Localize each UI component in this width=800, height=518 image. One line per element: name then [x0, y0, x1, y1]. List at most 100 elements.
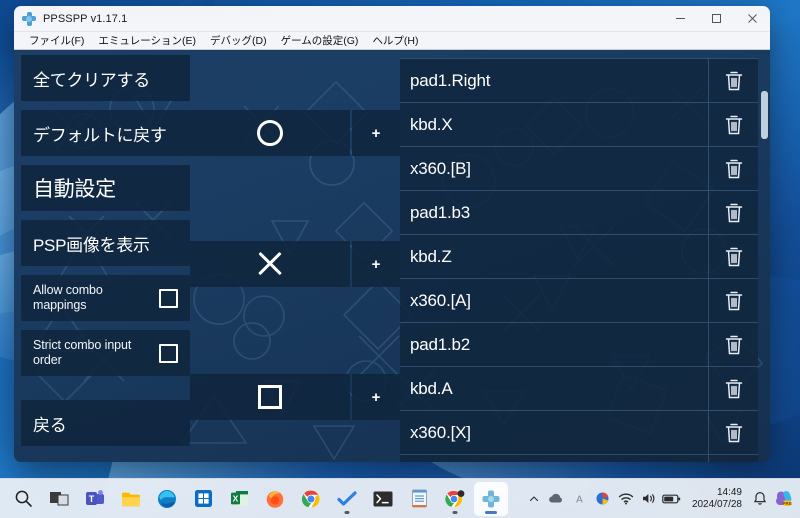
add-mapping-button[interactable]: + [352, 241, 400, 287]
title-bar[interactable]: PPSSPP v1.17.1 [14, 6, 770, 32]
trash-icon [725, 115, 742, 134]
chrome-icon[interactable] [294, 482, 328, 516]
menu-file[interactable]: ファイル(F) [22, 32, 91, 50]
minimize-button[interactable] [662, 6, 698, 32]
ppsspp-cross-icon [22, 11, 36, 26]
ppsspp-taskbar-icon[interactable] [474, 481, 508, 516]
delete-mapping-button[interactable] [708, 410, 758, 455]
task-view-icon[interactable] [42, 482, 76, 516]
trash-icon [725, 203, 742, 222]
menu-debug[interactable]: デバッグ(D) [203, 32, 274, 50]
wifi-icon[interactable] [615, 484, 637, 514]
terminal-icon[interactable] [366, 482, 400, 516]
mapping-list-item[interactable]: kbd.Z [400, 234, 758, 279]
file-explorer-icon[interactable] [114, 482, 148, 516]
notepad-icon[interactable] [402, 482, 436, 516]
ppsspp-window: PPSSPP v1.17.1 ファイル(F) エミュレーション(E) デバッグ(… [14, 6, 770, 462]
mapping-list-item[interactable]: pad1.b3 [400, 190, 758, 235]
auto-configure-button[interactable]: 自動設定 [21, 165, 190, 211]
mapping-list-item[interactable]: kbd.A [400, 366, 758, 411]
close-button[interactable] [734, 6, 770, 32]
delete-mapping-button[interactable] [708, 190, 758, 235]
delete-mapping-button[interactable] [708, 366, 758, 411]
delete-mapping-button[interactable] [708, 278, 758, 323]
delete-mapping-button[interactable] [708, 58, 758, 103]
delete-mapping-button[interactable] [708, 234, 758, 279]
mapping-list-item[interactable]: x360.[B] [400, 146, 758, 191]
svg-text:T: T [89, 494, 95, 504]
clock-date: 2024/07/28 [691, 498, 742, 510]
mapping-list-item[interactable]: x360.[X] [400, 410, 758, 455]
allow-combo-mappings-label: Allow combo mappings [33, 283, 103, 312]
onedrive-status-icon[interactable] [592, 484, 614, 514]
copilot-icon[interactable]: PRE [772, 484, 794, 514]
trash-icon [725, 379, 742, 398]
menu-help[interactable]: ヘルプ(H) [365, 32, 425, 50]
svg-text:X: X [232, 493, 238, 503]
restore-defaults-label: デフォルトに戻す [33, 125, 167, 145]
taskbar-icons: T X [0, 481, 508, 516]
trash-icon [725, 335, 742, 354]
mapping-key-name: pad1.b2 [410, 334, 471, 354]
ps-cross-symbol[interactable] [190, 241, 350, 287]
mapping-list-item[interactable]: x360.[A] [400, 278, 758, 323]
checkbox-box-icon [159, 343, 178, 363]
clear-all-button[interactable]: 全てクリアする [21, 55, 190, 101]
mapping-list-item[interactable]: kbd.X [400, 102, 758, 147]
menu-game-settings[interactable]: ゲームの設定(G) [274, 32, 366, 50]
show-hidden-icons-icon[interactable] [523, 484, 545, 514]
ps-square-symbol[interactable] [190, 374, 350, 420]
add-mapping-button[interactable]: + [352, 110, 400, 156]
mapping-key-name: pad1.b3 [410, 202, 471, 222]
strict-combo-input-order-label: Strict combo input order [33, 338, 132, 367]
back-label: 戻る [33, 415, 67, 435]
edge-icon[interactable] [150, 482, 184, 516]
checkbox-box-icon [159, 288, 178, 308]
clock-time: 14:49 [716, 486, 742, 498]
window-controls [662, 6, 770, 32]
svg-text:A: A [577, 495, 584, 506]
mapping-row-circle: + [190, 110, 400, 156]
left-action-panel: 全てクリアする デフォルトに戻す 自動設定 PSP画像を表示 Allow com… [14, 51, 190, 462]
maximize-button[interactable] [698, 6, 734, 32]
checkmark-app-icon[interactable] [330, 482, 364, 516]
delete-mapping-button[interactable] [708, 146, 758, 191]
firefox-icon[interactable] [258, 482, 292, 516]
strict-combo-input-order-checkbox[interactable]: Strict combo input order [21, 330, 190, 376]
trash-icon [725, 291, 742, 310]
delete-mapping-button[interactable] [708, 102, 758, 147]
cloud-icon[interactable] [546, 484, 568, 514]
mapping-row-cross: + [190, 241, 400, 287]
clear-all-label: 全てクリアする [33, 70, 150, 90]
taskbar-clock[interactable]: 14:49 2024/07/28 [684, 487, 748, 511]
mapping-key-name: kbd.A [410, 378, 453, 398]
trash-icon [725, 247, 742, 266]
mapping-list-item[interactable] [400, 454, 758, 462]
search-icon[interactable] [6, 482, 40, 516]
delete-mapping-button[interactable] [708, 454, 758, 462]
battery-icon[interactable] [661, 484, 683, 514]
mapping-list-item[interactable]: pad1.b2 [400, 322, 758, 367]
menu-emulation[interactable]: エミュレーション(E) [91, 32, 203, 50]
ime-icon[interactable]: A [569, 484, 591, 514]
chrome-beta-icon[interactable] [438, 482, 472, 516]
show-psp-image-label: PSP画像を表示 [33, 235, 150, 255]
allow-combo-mappings-checkbox[interactable]: Allow combo mappings [21, 275, 190, 321]
teams-icon[interactable]: T [78, 482, 112, 516]
microsoft-store-icon[interactable] [186, 482, 220, 516]
mapping-list-item[interactable]: pad1.Right [400, 58, 758, 103]
restore-defaults-button[interactable]: デフォルトに戻す [21, 110, 190, 156]
system-tray: A 14:49 2024/07/28 PRE [523, 484, 800, 514]
mapping-key-name: kbd.Z [410, 246, 452, 266]
show-psp-image-button[interactable]: PSP画像を表示 [21, 220, 190, 266]
ps-circle-symbol[interactable] [190, 110, 350, 156]
volume-icon[interactable] [638, 484, 660, 514]
mapping-key-name: kbd.X [410, 114, 453, 134]
excel-icon[interactable]: X [222, 482, 256, 516]
bell-icon[interactable] [749, 484, 771, 514]
trash-icon [725, 423, 742, 442]
mapping-key-name: x360.[B] [410, 158, 471, 178]
delete-mapping-button[interactable] [708, 322, 758, 367]
back-button[interactable]: 戻る [21, 400, 190, 446]
add-mapping-button[interactable]: + [352, 374, 400, 420]
